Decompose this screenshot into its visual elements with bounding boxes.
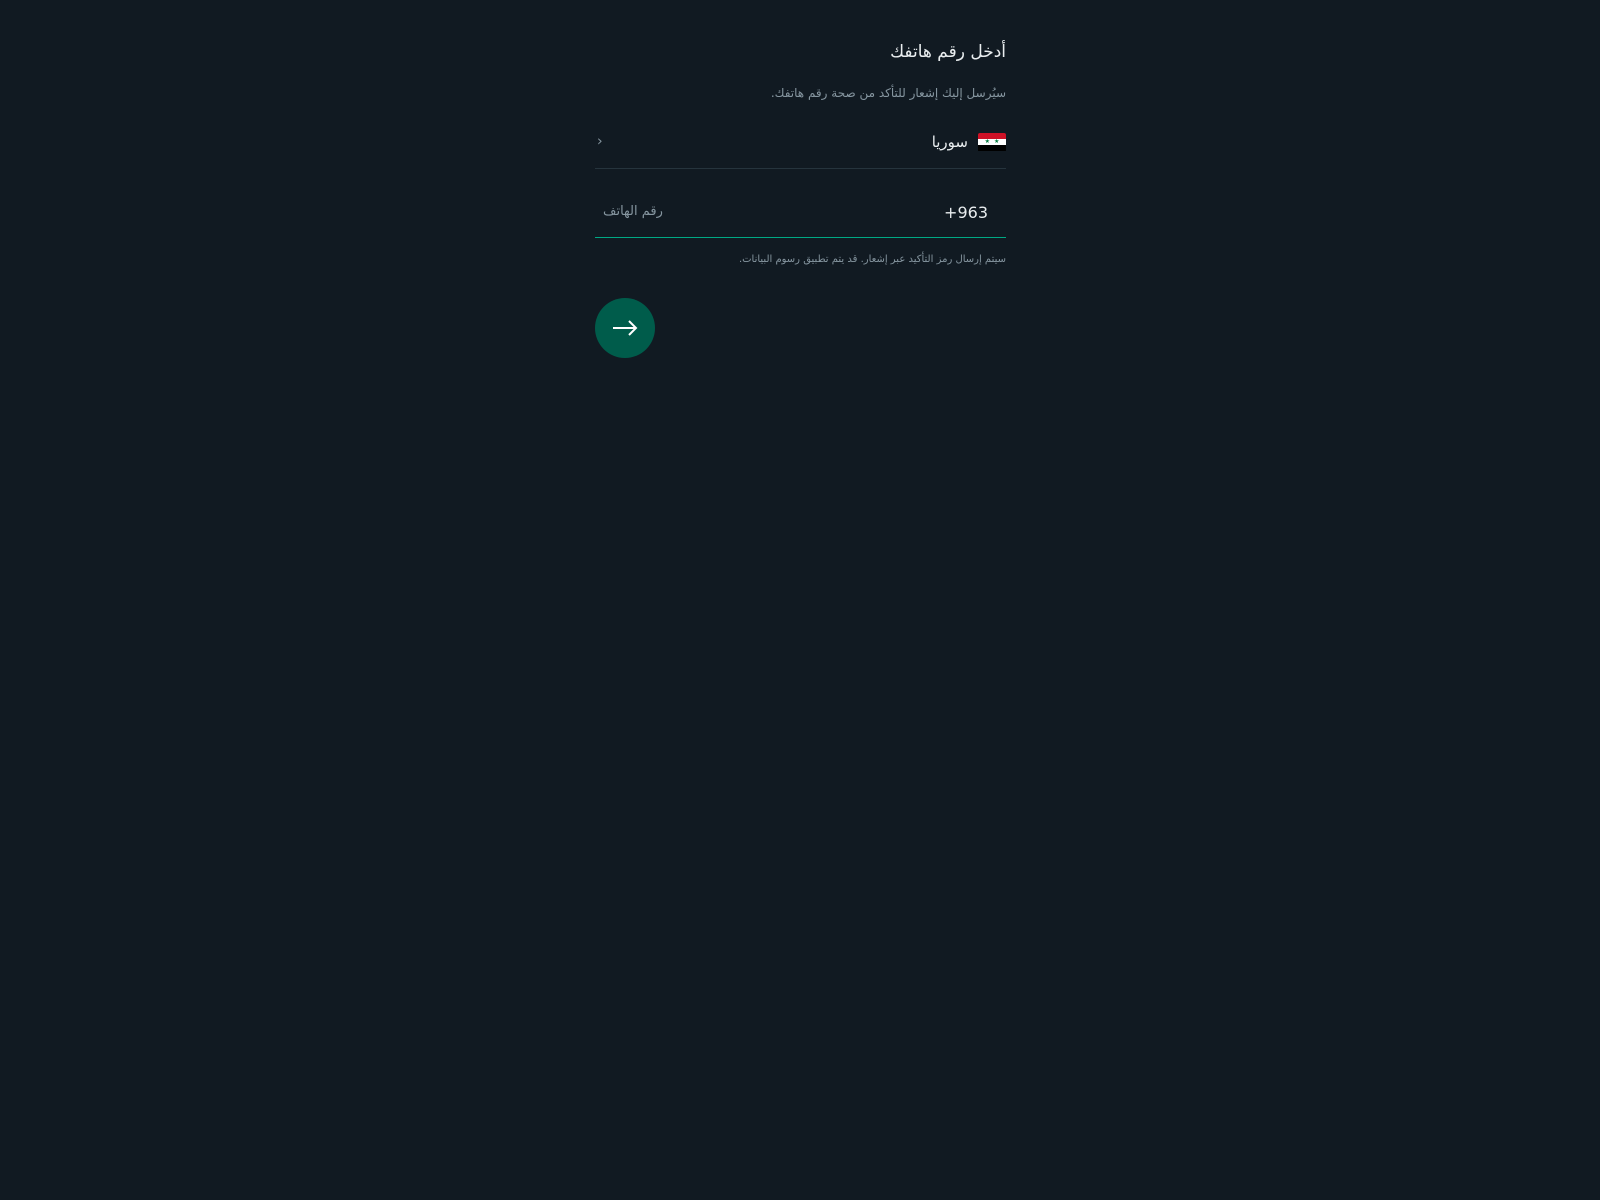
verification-note: سيتم إرسال رمز التأكيد عبر إشعار. قد يتم… (738, 254, 1006, 265)
phone-entry-panel: أدخل رقم هاتفك سيُرسل إليك إشعار للتأكد … (595, 30, 1006, 358)
next-button[interactable] (595, 298, 655, 358)
phone-number-input[interactable] (595, 187, 941, 235)
chevron-left-icon: › (597, 133, 603, 150)
country-name: سوريا (931, 133, 968, 151)
country-selector[interactable]: ★ ★ سوريا › (595, 116, 1006, 169)
phone-number-row: +963 (595, 187, 1006, 238)
dial-code: +963 (944, 202, 988, 222)
syria-flag-icon: ★ ★ (978, 132, 1006, 152)
page-subtitle: سيُرسل إليك إشعار للتأكد من صحة رقم هاتف… (770, 86, 1006, 100)
page: أدخل رقم هاتفك سيُرسل إليك إشعار للتأكد … (0, 0, 1600, 1200)
arrow-right-icon (613, 320, 638, 336)
page-title: أدخل رقم هاتفك (890, 42, 1006, 62)
